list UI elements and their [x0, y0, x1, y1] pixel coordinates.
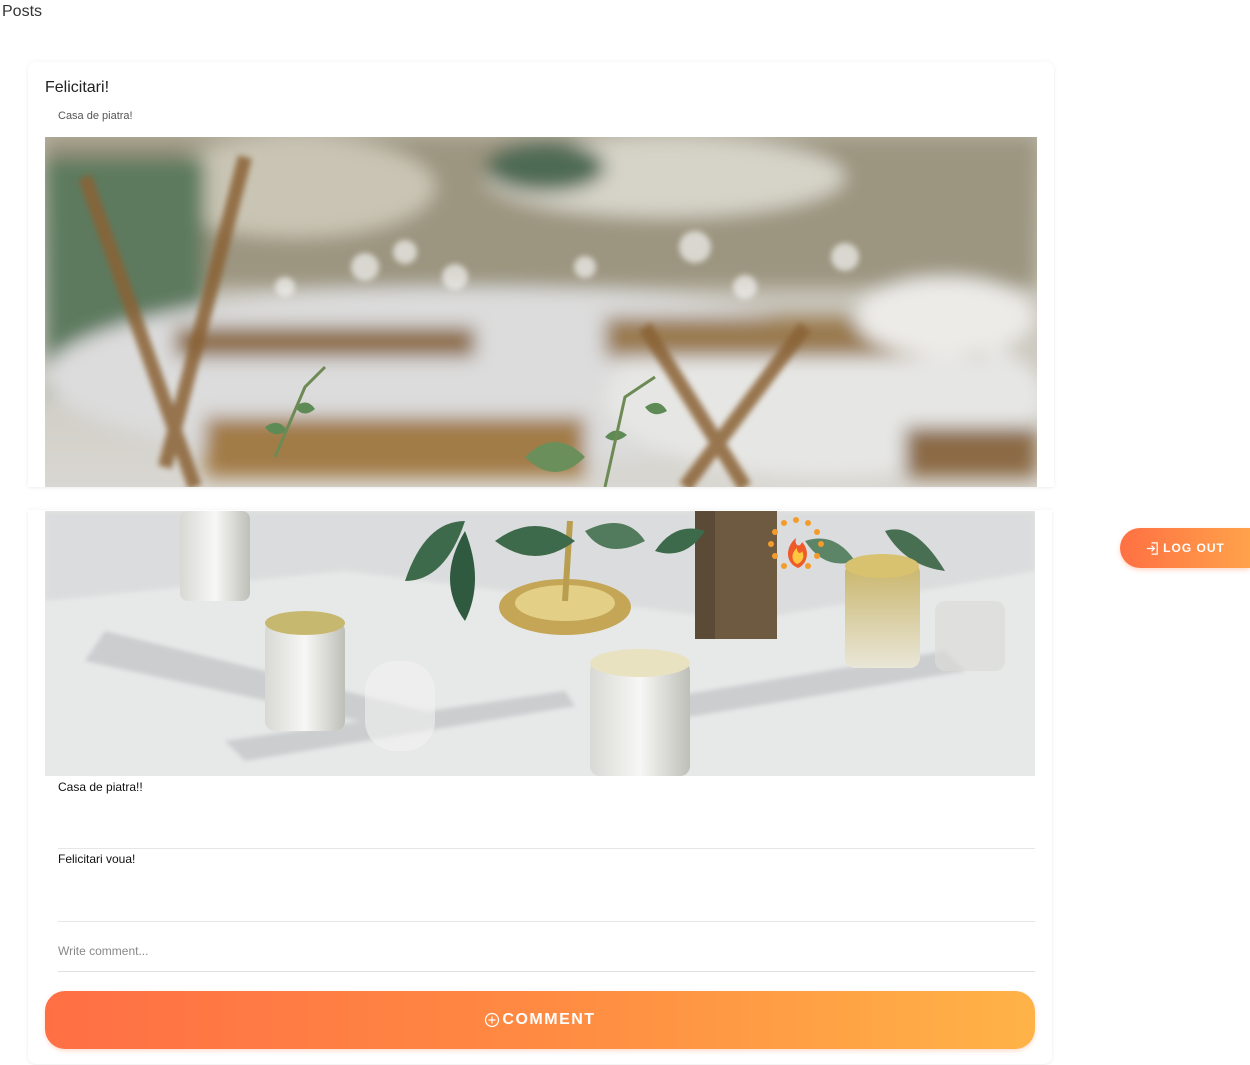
flame-logo-icon	[766, 516, 826, 574]
comment-input[interactable]	[58, 930, 1035, 972]
post-image-centerpiece	[45, 511, 1035, 776]
logout-button[interactable]: LOG OUT	[1120, 528, 1250, 568]
comment-text: Felicitari voua!	[58, 852, 136, 866]
login-icon	[1145, 541, 1160, 556]
comment-item: Casa de piatra!!	[58, 780, 1035, 849]
post-subtitle: Casa de piatra!	[58, 110, 133, 122]
comment-button-label: COMMENT	[502, 1011, 596, 1028]
post-title: Felicitari!	[45, 79, 110, 96]
comment-button[interactable]: COMMENT	[45, 991, 1035, 1049]
comment-item: Felicitari voua!	[58, 852, 1035, 922]
page-title: Posts	[2, 3, 43, 20]
post-image-reception	[45, 137, 1037, 487]
plus-circle-icon	[484, 1012, 500, 1028]
comment-text: Casa de piatra!!	[58, 780, 143, 794]
logout-button-label: LOG OUT	[1163, 541, 1225, 555]
